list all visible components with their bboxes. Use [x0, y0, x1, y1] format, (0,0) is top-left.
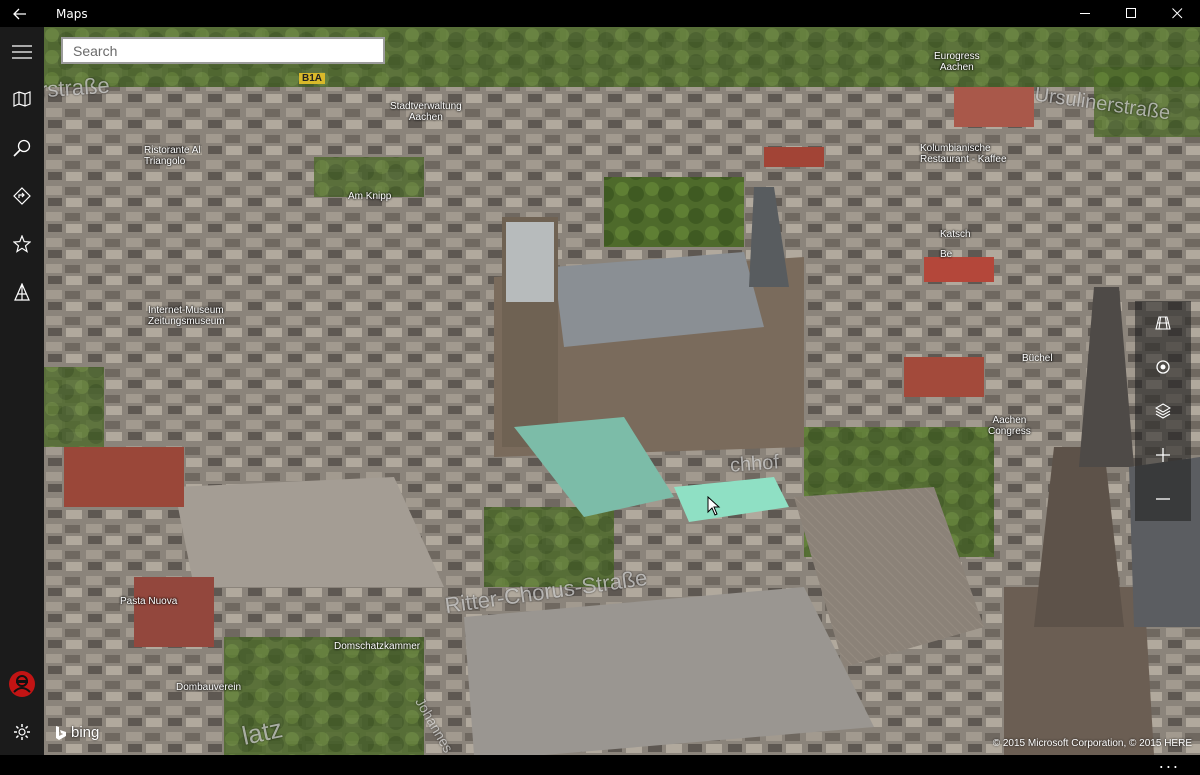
- settings-icon: [14, 724, 30, 740]
- hamburger-icon: [12, 45, 32, 59]
- minimize-icon: [1079, 13, 1090, 14]
- star-icon: [13, 235, 31, 253]
- poi-label[interactable]: Internet-Museum Zeitungsmuseum: [148, 305, 225, 327]
- zoom-out-button[interactable]: [1135, 477, 1191, 521]
- bing-logo: bing: [55, 724, 99, 741]
- mouse-cursor-icon: [707, 496, 721, 516]
- poi-label[interactable]: Aachen Congress: [988, 415, 1031, 437]
- settings-button[interactable]: [0, 712, 44, 752]
- search-placeholder: Search: [73, 43, 118, 59]
- poi-label[interactable]: Ristorante Al Triangolo: [144, 145, 201, 167]
- poi-label[interactable]: Eurogress Aachen: [934, 51, 980, 73]
- poi-label[interactable]: Am Knipp: [348, 191, 391, 202]
- locate-me-button[interactable]: [1135, 345, 1191, 389]
- bing-b-icon: [56, 725, 66, 740]
- favorites-nav-button[interactable]: [0, 224, 44, 264]
- back-arrow-icon: [13, 8, 26, 19]
- map-layers-button[interactable]: [1135, 389, 1191, 433]
- 3d-cities-nav-button[interactable]: [0, 272, 44, 312]
- hamburger-menu-button[interactable]: [0, 32, 44, 72]
- zoom-in-button[interactable]: [1135, 433, 1191, 477]
- map-nav-button[interactable]: [0, 79, 44, 119]
- poi-label[interactable]: Büchel: [1022, 353, 1053, 364]
- more-options-button[interactable]: ...: [1159, 755, 1180, 771]
- map-copyright: © 2015 Microsoft Corporation, © 2015 HER…: [992, 738, 1192, 749]
- 3d-cities-icon: [14, 283, 30, 301]
- search-nav-button[interactable]: [0, 128, 44, 168]
- map-controls: [1129, 301, 1200, 521]
- route-shield: B1A: [299, 73, 326, 84]
- street-label: chhof: [729, 451, 780, 477]
- window-title: Maps: [56, 6, 88, 21]
- account-button[interactable]: [0, 664, 44, 704]
- map-view[interactable]: Search rstraße Ursulinerstraße Ritter-Ch…: [44, 27, 1200, 755]
- poi-label[interactable]: Domschatzkammer: [334, 641, 420, 652]
- app-bar: ...: [0, 755, 1200, 775]
- title-bar: Maps: [0, 0, 1200, 27]
- poi-label[interactable]: Stadtverwaltung Aachen: [390, 101, 462, 123]
- close-button[interactable]: [1154, 0, 1200, 27]
- street-label: rstraße: [44, 72, 111, 103]
- account-icon: [9, 671, 35, 697]
- poi-label[interactable]: Katsch: [940, 229, 971, 240]
- streetside-button[interactable]: [1135, 301, 1191, 345]
- poi-label[interactable]: Dombauverein: [176, 682, 241, 693]
- bing-wordmark: bing: [71, 724, 100, 741]
- map-icon: [13, 91, 31, 107]
- minimize-button[interactable]: [1062, 0, 1108, 27]
- maximize-button[interactable]: [1108, 0, 1154, 27]
- layers-icon: [1155, 403, 1171, 419]
- close-icon: [1171, 8, 1182, 19]
- maximize-icon: [1125, 8, 1136, 18]
- search-input[interactable]: Search: [61, 37, 385, 64]
- poi-label: Be: [940, 249, 953, 260]
- aerial-city-imagery: [44, 27, 1200, 755]
- poi-label[interactable]: Kolumbianische Restaurant - Kaffee: [920, 143, 1007, 165]
- back-button[interactable]: [0, 0, 40, 27]
- zoom-in-icon: [1156, 448, 1170, 462]
- directions-icon: [13, 187, 31, 205]
- zoom-out-icon: [1156, 498, 1170, 500]
- poi-label[interactable]: Pasta Nuova: [120, 596, 177, 607]
- navigation-rail: [0, 27, 44, 755]
- search-icon: [13, 139, 31, 157]
- locate-icon: [1156, 360, 1170, 374]
- directions-nav-button[interactable]: [0, 176, 44, 216]
- streetside-icon: [1155, 316, 1171, 330]
